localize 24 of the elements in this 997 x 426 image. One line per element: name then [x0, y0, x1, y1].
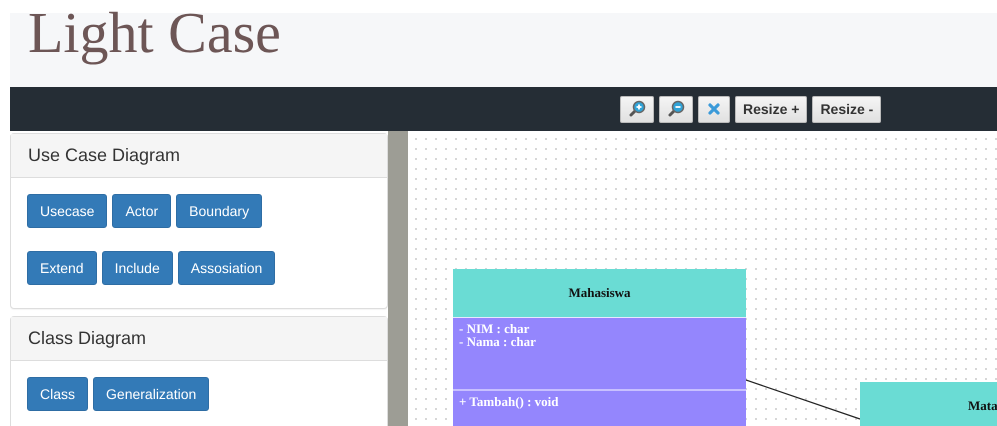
tool-button[interactable]: Class	[27, 377, 88, 411]
class-name: Mata	[860, 382, 997, 426]
attribute-text: - NIM : char	[459, 322, 530, 335]
resize-button[interactable]: Resize -	[812, 96, 882, 122]
zoom-out-icon	[667, 100, 685, 118]
tool-button[interactable]: Actor	[112, 194, 172, 228]
attribute-text: - Nama : char	[459, 335, 537, 348]
tool-button[interactable]: Boundary	[176, 194, 262, 228]
close-icon	[708, 103, 720, 115]
zoom-in-icon	[628, 100, 646, 118]
panel-title: Class Diagram	[28, 328, 146, 349]
tool-button[interactable]: Usecase	[27, 194, 108, 228]
class-name: Mahasiswa	[453, 269, 746, 318]
tool-button[interactable]: Include	[102, 251, 173, 285]
zoom-in-button[interactable]	[620, 96, 654, 122]
zoom-out-button[interactable]	[659, 96, 693, 122]
panel-title: Use Case Diagram	[28, 145, 180, 166]
clear-button[interactable]	[698, 96, 730, 122]
tool-button[interactable]: Extend	[27, 251, 97, 285]
method-text: + Tambah() : void	[459, 395, 560, 408]
app-title: Light Case	[28, 0, 281, 66]
tool-button[interactable]: Generalization	[93, 377, 210, 411]
resize-button[interactable]: Resize +	[735, 96, 808, 122]
tool-button[interactable]: Assosiation	[178, 251, 276, 285]
